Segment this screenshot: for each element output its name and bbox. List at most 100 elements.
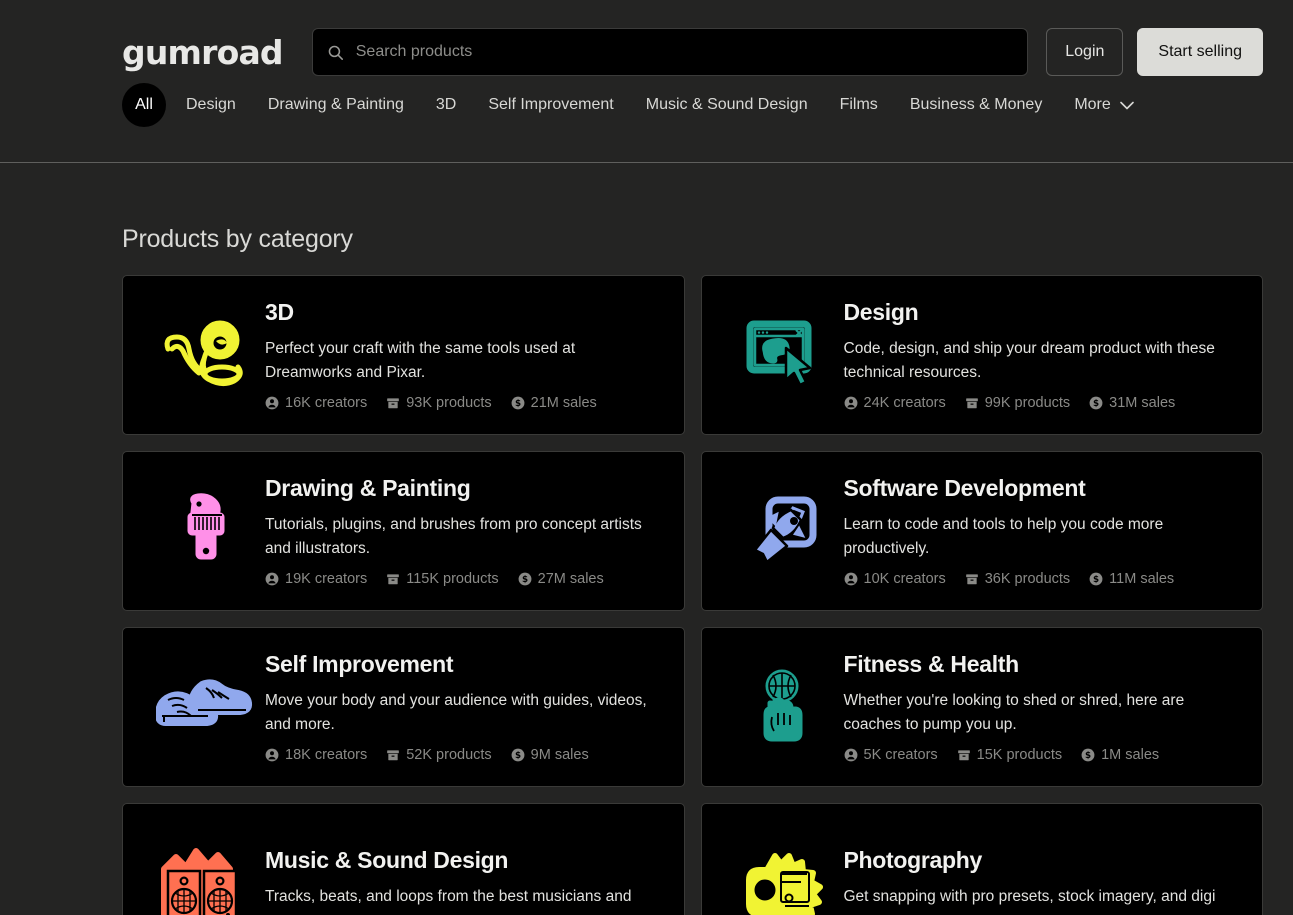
search-input[interactable] — [356, 43, 1014, 61]
category-title: Fitness & Health — [844, 651, 1233, 678]
creators-meta: 24K creators — [844, 395, 946, 411]
start-selling-button[interactable]: Start selling — [1137, 28, 1263, 76]
camera-icon — [726, 848, 844, 915]
dollar-circle-icon: $ — [1081, 748, 1095, 762]
svg-text:$: $ — [1093, 575, 1099, 585]
category-title: Photography — [844, 847, 1233, 874]
sales-value: 21M sales — [531, 395, 597, 411]
products-value: 36K products — [985, 571, 1070, 587]
category-card-photography[interactable]: Photography Get snapping with pro preset… — [701, 803, 1264, 915]
creators-meta: 18K creators — [265, 747, 367, 763]
products-value: 93K products — [406, 395, 491, 411]
nav-item-more[interactable]: More — [1074, 90, 1133, 120]
nav-item-films[interactable]: Films — [840, 90, 878, 120]
header-top-row: gumroad Login Start selling — [0, 0, 1293, 76]
products-meta: 36K products — [965, 571, 1070, 587]
category-card-body: Software Development Learn to code and t… — [844, 475, 1239, 587]
svg-text:$: $ — [515, 751, 521, 761]
nav-item-music-sound-design[interactable]: Music & Sound Design — [646, 90, 808, 120]
creators-meta: 16K creators — [265, 395, 367, 411]
main-content: Products by category 3D Perfect your cra… — [0, 225, 1293, 915]
sales-value: 31M sales — [1109, 395, 1175, 411]
products-meta: 93K products — [386, 395, 491, 411]
category-card-drawing-painting[interactable]: Drawing & Painting Tutorials, plugins, a… — [122, 451, 685, 611]
category-card-self-improvement[interactable]: Self Improvement Move your body and your… — [122, 627, 685, 787]
creators-value: 16K creators — [285, 395, 367, 411]
person-circle-icon — [844, 572, 858, 586]
category-meta: 24K creators 99K products $ 31M sales — [844, 395, 1233, 411]
category-description: Perfect your craft with the same tools u… — [265, 337, 654, 384]
category-card-3d[interactable]: 3D Perfect your craft with the same tool… — [122, 275, 685, 435]
gumroad-logo[interactable]: gumroad — [122, 36, 283, 69]
category-card-software-development[interactable]: Software Development Learn to code and t… — [701, 451, 1264, 611]
header-actions: Login Start selling — [1046, 28, 1263, 76]
creators-value: 19K creators — [285, 571, 367, 587]
sales-meta: $ 21M sales — [511, 395, 597, 411]
nav-item-all[interactable]: All — [122, 83, 166, 127]
browser-palette-cursor-icon — [726, 320, 844, 390]
nav-item-business-money[interactable]: Business & Money — [910, 90, 1043, 120]
blob-3d-icon — [147, 319, 265, 391]
box-icon — [965, 396, 979, 410]
category-meta: 19K creators 115K products $ 27M sales — [265, 571, 654, 587]
category-title: Drawing & Painting — [265, 475, 654, 502]
category-card-body: Design Code, design, and ship your dream… — [844, 299, 1239, 411]
sales-meta: $ 31M sales — [1089, 395, 1175, 411]
category-meta: 18K creators 52K products $ 9M sales — [265, 747, 654, 763]
sales-value: 27M sales — [538, 571, 604, 587]
nav-item-drawing-painting[interactable]: Drawing & Painting — [268, 90, 404, 120]
sales-meta: $ 1M sales — [1081, 747, 1159, 763]
sales-value: 11M sales — [1109, 571, 1174, 587]
sales-meta: $ 9M sales — [511, 747, 589, 763]
person-circle-icon — [844, 396, 858, 410]
creators-value: 10K creators — [864, 571, 946, 587]
creators-meta: 10K creators — [844, 571, 946, 587]
dollar-circle-icon: $ — [518, 572, 532, 586]
person-circle-icon — [265, 396, 279, 410]
category-grid: 3D Perfect your craft with the same tool… — [122, 275, 1263, 915]
category-card-music-sound-design[interactable]: Music & Sound Design Tracks, beats, and … — [122, 803, 685, 915]
svg-text:$: $ — [515, 399, 521, 409]
creators-value: 18K creators — [285, 747, 367, 763]
category-description: Code, design, and ship your dream produc… — [844, 337, 1233, 384]
category-nav: All Design Drawing & Painting 3D Self Im… — [0, 76, 1293, 134]
category-card-body: Drawing & Painting Tutorials, plugins, a… — [265, 475, 660, 587]
category-card-fitness-health[interactable]: Fitness & Health Whether you're looking … — [701, 627, 1264, 787]
category-card-body: 3D Perfect your craft with the same tool… — [265, 299, 660, 411]
login-button[interactable]: Login — [1046, 28, 1123, 76]
nav-more-label: More — [1074, 96, 1110, 114]
category-description: Tutorials, plugins, and brushes from pro… — [265, 513, 654, 560]
category-meta: 16K creators 93K products $ 21M sales — [265, 395, 654, 411]
sneakers-icon — [147, 676, 265, 738]
speakers-icon — [147, 845, 265, 915]
category-card-design[interactable]: Design Code, design, and ship your dream… — [701, 275, 1264, 435]
products-value: 99K products — [985, 395, 1070, 411]
svg-text:$: $ — [1093, 399, 1099, 409]
category-card-body: Self Improvement Move your body and your… — [265, 651, 660, 763]
box-icon — [957, 748, 971, 762]
products-meta: 99K products — [965, 395, 1070, 411]
nav-item-3d[interactable]: 3D — [436, 90, 456, 120]
box-icon — [386, 748, 400, 762]
sales-value: 1M sales — [1101, 747, 1159, 763]
sales-meta: $ 11M sales — [1089, 571, 1174, 587]
basketball-hand-icon — [726, 669, 844, 745]
dollar-circle-icon: $ — [511, 748, 525, 762]
products-meta: 52K products — [386, 747, 491, 763]
search-icon — [327, 44, 344, 61]
category-title: Self Improvement — [265, 651, 654, 678]
category-title: Design — [844, 299, 1233, 326]
box-icon — [965, 572, 979, 586]
search-bar[interactable] — [312, 28, 1029, 76]
nav-item-self-improvement[interactable]: Self Improvement — [488, 90, 613, 120]
sales-value: 9M sales — [531, 747, 589, 763]
svg-text:$: $ — [1085, 751, 1091, 761]
person-circle-icon — [844, 748, 858, 762]
dollar-circle-icon: $ — [1089, 572, 1103, 586]
products-meta: 115K products — [386, 571, 498, 587]
nav-item-design[interactable]: Design — [186, 90, 236, 120]
category-title: Music & Sound Design — [265, 847, 654, 874]
sales-meta: $ 27M sales — [518, 571, 604, 587]
category-title: Software Development — [844, 475, 1233, 502]
category-description: Tracks, beats, and loops from the best m… — [265, 885, 654, 909]
